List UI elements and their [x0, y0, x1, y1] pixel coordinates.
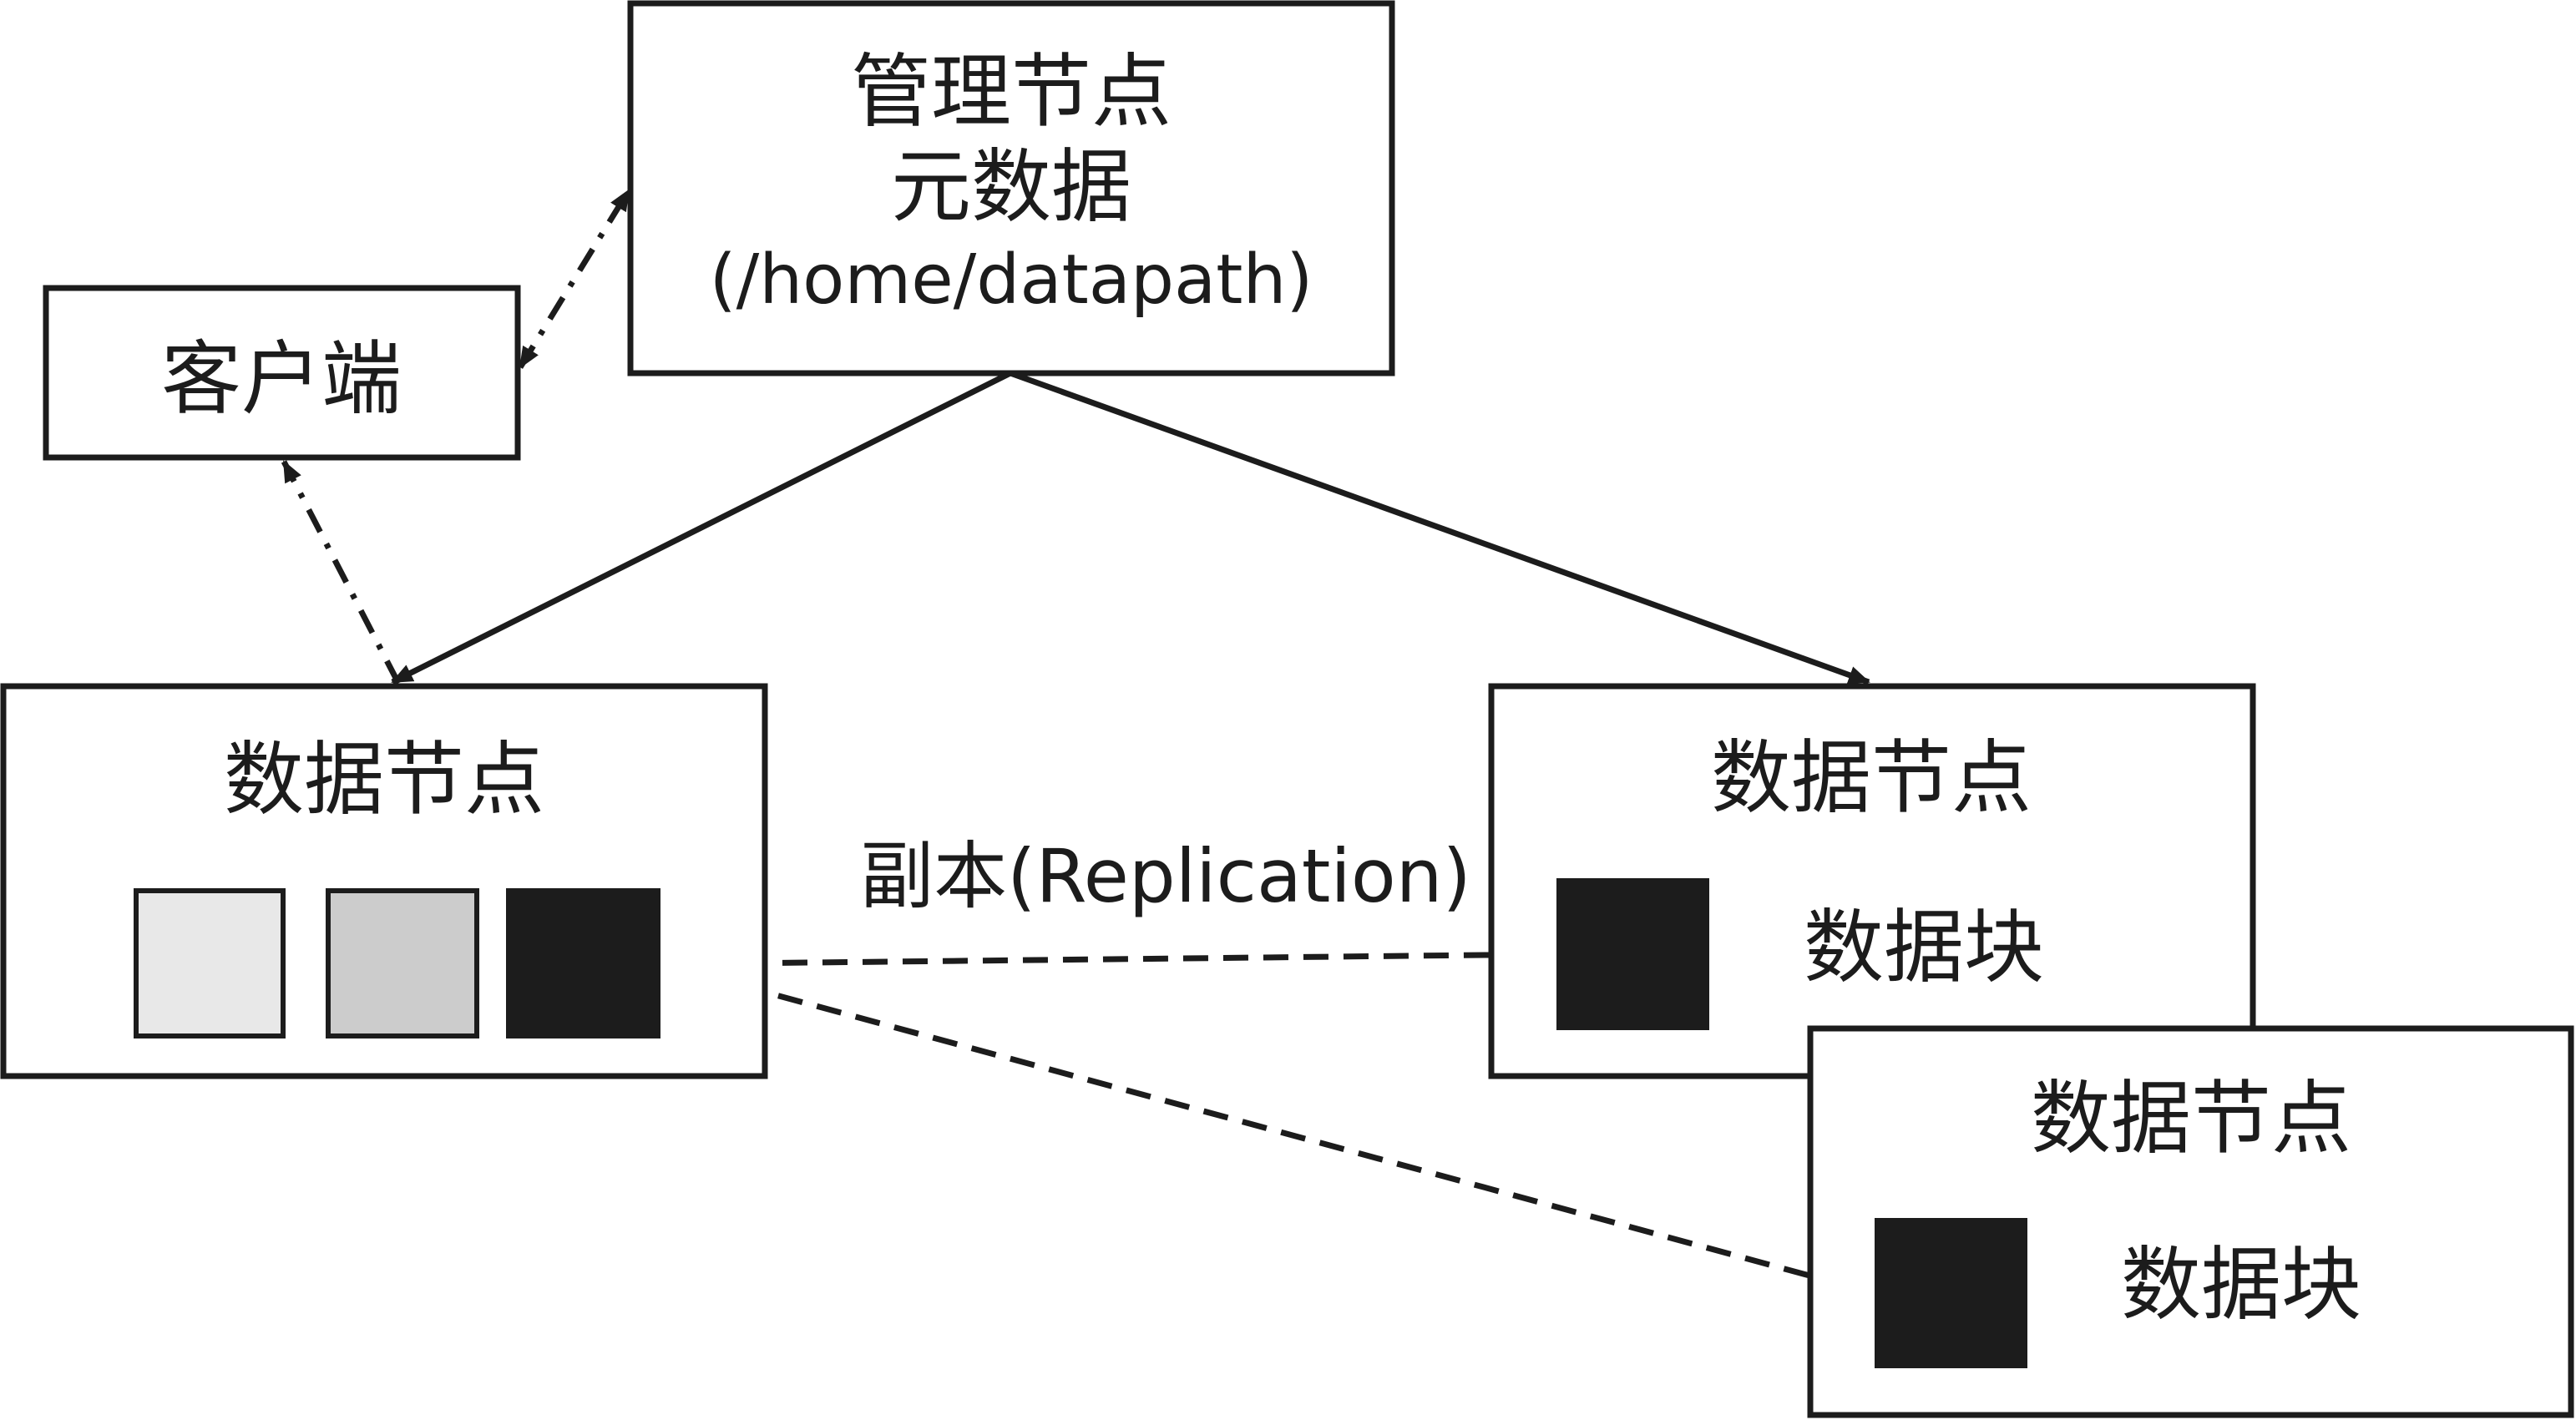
- data-block-light: [134, 888, 286, 1038]
- data-node-2-block-label: 数据块: [1804, 901, 2044, 994]
- replication-line-to-datanode-2: [660, 945, 1561, 973]
- distributed-storage-diagram: 管理节点 元数据 (/home/datapath) 客户端 数据节点 数据节点 …: [0, 0, 2574, 1418]
- data-node-2-title: 数据节点: [1711, 731, 2032, 825]
- data-node-2: 数据节点 数据块: [1488, 683, 2256, 1079]
- data-node-1-title: 数据节点: [224, 733, 544, 826]
- manager-node: 管理节点 元数据 (/home/datapath): [627, 0, 1395, 376]
- data-node-1: 数据节点: [0, 683, 768, 1079]
- data-node-3-block-label: 数据块: [2121, 1238, 2361, 1332]
- data-node-3-title: 数据节点: [2031, 1072, 2351, 1165]
- manager-to-datanode-2-line: [1009, 370, 1870, 685]
- client-label: 客户端: [161, 332, 402, 426]
- data-node-3: 数据节点 数据块: [1807, 1025, 2574, 1418]
- replication-label: 副本(Replication): [860, 833, 1471, 919]
- manager-node-path: (/home/datapath): [710, 240, 1313, 320]
- data-node-3-block: [1875, 1218, 2027, 1368]
- manager-node-title: 管理节点: [851, 45, 1172, 139]
- data-block-dark: [506, 888, 660, 1038]
- data-node-2-block: [1556, 878, 1709, 1030]
- data-block-medium: [326, 888, 479, 1038]
- client-node: 客户端: [43, 285, 521, 461]
- client-manager-metadata-line: [518, 189, 631, 369]
- manager-node-subtitle: 元数据: [891, 140, 1131, 234]
